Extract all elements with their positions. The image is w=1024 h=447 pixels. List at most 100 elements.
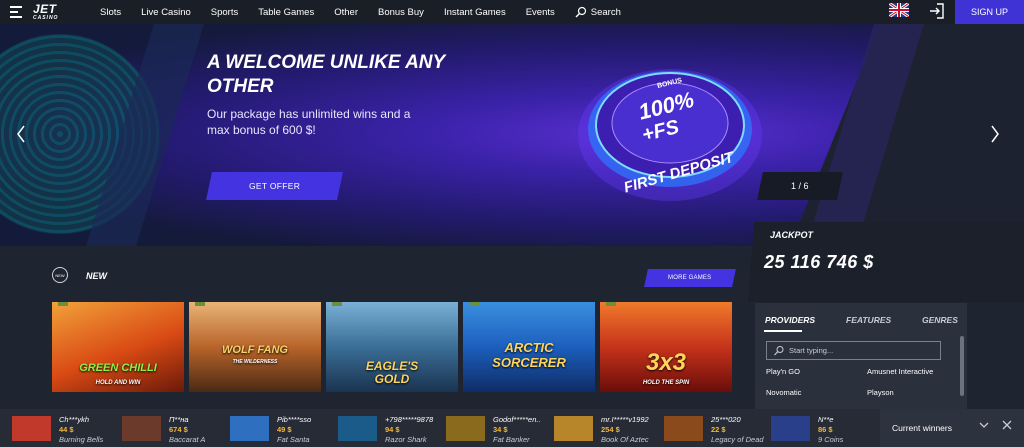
game-tile-subtitle: HOLD THE SPIN <box>642 380 690 386</box>
winner-name: +798*****9878 <box>385 415 434 424</box>
game-thumbnail <box>230 416 269 441</box>
winner-game: Book Of Aztec <box>601 435 649 444</box>
main-nav: Slots Live Casino Sports Table Games Oth… <box>100 0 621 24</box>
winner-game: 9 Coins <box>818 435 844 444</box>
game-tile-3x3[interactable]: 3x3 HOLD THE SPIN <box>600 302 732 392</box>
game-thumbnail <box>12 416 51 441</box>
tab-genres[interactable]: GENRES <box>922 315 958 325</box>
tile-tag <box>58 302 68 306</box>
nav-events[interactable]: Events <box>526 7 555 18</box>
game-thumbnail <box>446 416 485 441</box>
game-tile-green-chilli[interactable]: GREEN CHILLI HOLD AND WIN <box>52 302 184 392</box>
winner-name: Pib****sso <box>277 415 312 424</box>
tile-tag <box>469 302 479 306</box>
tab-features[interactable]: FEATURES <box>846 315 891 325</box>
winner-amount: 94 $ <box>385 425 400 434</box>
nav-live-casino[interactable]: Live Casino <box>141 7 191 18</box>
winner-amount: 86 $ <box>818 425 833 434</box>
winner-amount: 674 $ <box>169 425 188 434</box>
game-thumbnail <box>771 416 810 441</box>
provider-item[interactable]: Play'n GO <box>766 367 800 376</box>
nav-bonus-buy[interactable]: Bonus Buy <box>378 7 424 18</box>
menu-icon[interactable] <box>10 6 22 18</box>
logo[interactable]: JET CASINO <box>33 3 58 21</box>
winner-amount: 34 $ <box>493 425 508 434</box>
game-tile-eagles-gold[interactable]: EAGLE'S GOLD <box>326 302 458 392</box>
winner-name: Godof*****en.. <box>493 415 541 424</box>
winners-ticker: Ch***ykh 44 $ Burning Bells П**на 674 $ … <box>0 409 1024 447</box>
hero-banner: A WELCOME UNLIKE ANY OTHER Our package h… <box>0 24 1024 246</box>
winner-name: 25***020 <box>711 415 741 424</box>
winner-game: Baccarat A <box>169 435 206 444</box>
nav-sports[interactable]: Sports <box>211 7 238 18</box>
winner-amount: 22 $ <box>711 425 726 434</box>
search-button[interactable]: Search <box>575 6 621 18</box>
login-icon[interactable] <box>928 2 946 20</box>
winner-game: Fat Banker <box>493 435 530 444</box>
game-thumbnail <box>664 416 703 441</box>
tile-tag <box>332 302 342 306</box>
tile-tag <box>606 302 616 306</box>
signup-button[interactable]: SIGN UP <box>955 0 1024 24</box>
more-games-label: MORE GAMES <box>668 275 712 281</box>
close-icon[interactable] <box>1002 419 1012 433</box>
chevron-left-icon <box>17 125 25 143</box>
logo-subtext: CASINO <box>33 15 59 21</box>
winner-name: П**на <box>169 415 189 424</box>
game-thumbnail <box>338 416 377 441</box>
hero-subtitle: Our package has unlimited wins and a max… <box>207 107 411 137</box>
winner-game: Burning Bells <box>59 435 104 444</box>
game-tile-title: ARCTIC SORCERER <box>492 340 566 370</box>
search-icon <box>774 346 784 356</box>
search-label: Search <box>590 6 621 18</box>
current-winners-label: Current winners <box>892 423 952 433</box>
game-tile-title: GREEN CHILLI <box>79 362 157 374</box>
nav-table-games[interactable]: Table Games <box>258 7 314 18</box>
hero-title: A WELCOME UNLIKE ANY OTHER <box>207 52 445 97</box>
tab-providers[interactable]: PROVIDERS <box>765 315 815 325</box>
new-badge-text: NEW <box>55 272 65 278</box>
game-tile-title: EAGLE'S GOLD <box>365 359 419 386</box>
game-tile-arctic-sorcerer[interactable]: ARCTIC SORCERER <box>463 302 595 392</box>
game-thumbnail <box>122 416 161 441</box>
chevron-down-icon[interactable] <box>979 420 989 433</box>
game-tile-title: WOLF FANG <box>222 344 288 356</box>
top-header: JET CASINO Slots Live Casino Sports Tabl… <box>0 0 1024 24</box>
provider-search-placeholder: Start typing... <box>789 346 834 355</box>
jackpot-panel: JACKPOT 25 116 746 $ <box>748 222 1024 302</box>
slide-counter: 1 / 6 <box>757 172 843 200</box>
providers-panel: PROVIDERS FEATURES GENRES Start typing..… <box>755 303 967 413</box>
tile-tag <box>195 302 205 306</box>
winner-amount: 254 $ <box>601 425 620 434</box>
current-winners-dropdown[interactable]: Current winners <box>880 409 1024 447</box>
next-slide-button[interactable] <box>990 124 1000 149</box>
game-tile-subtitle: HOLD AND WIN <box>95 380 141 386</box>
provider-item[interactable]: Playson <box>867 388 894 397</box>
active-tab-indicator <box>764 330 802 332</box>
uk-flag-icon[interactable] <box>889 3 909 17</box>
nav-other[interactable]: Other <box>334 7 358 18</box>
nav-instant-games[interactable]: Instant Games <box>444 7 506 18</box>
provider-item[interactable]: Novomatic <box>766 388 801 397</box>
panel-scrollbar[interactable] <box>960 336 964 396</box>
game-tile-title: 3x3 <box>645 349 687 376</box>
game-tile-subtitle: THE WILDERNESS <box>232 359 278 365</box>
winner-game: Legacy of Dead <box>711 435 764 444</box>
jackpot-value: 25 116 746 $ <box>764 252 874 272</box>
winner-name: mr.I*****v1992 <box>601 415 649 424</box>
bonus-disc-illustration: BONUS 100% +FS FIRST DEPOSIT <box>578 69 762 201</box>
provider-search-input[interactable]: Start typing... <box>766 341 941 360</box>
section-title: NEW <box>86 271 107 281</box>
nav-slots[interactable]: Slots <box>100 7 121 18</box>
jackpot-label: JACKPOT <box>770 230 814 240</box>
prev-slide-button[interactable] <box>16 124 26 149</box>
get-offer-button[interactable]: GET OFFER <box>206 172 343 200</box>
winner-name: N**e <box>818 415 834 424</box>
game-tile-wolf-fang[interactable]: WOLF FANG THE WILDERNESS <box>189 302 321 392</box>
slide-counter-text: 1 / 6 <box>791 181 809 191</box>
chevron-right-icon <box>991 125 999 143</box>
provider-item[interactable]: Amusnet Interactive <box>867 367 933 376</box>
new-badge-icon: NEW <box>52 267 68 283</box>
get-offer-label: GET OFFER <box>248 181 301 191</box>
more-games-button[interactable]: MORE GAMES <box>644 269 736 287</box>
